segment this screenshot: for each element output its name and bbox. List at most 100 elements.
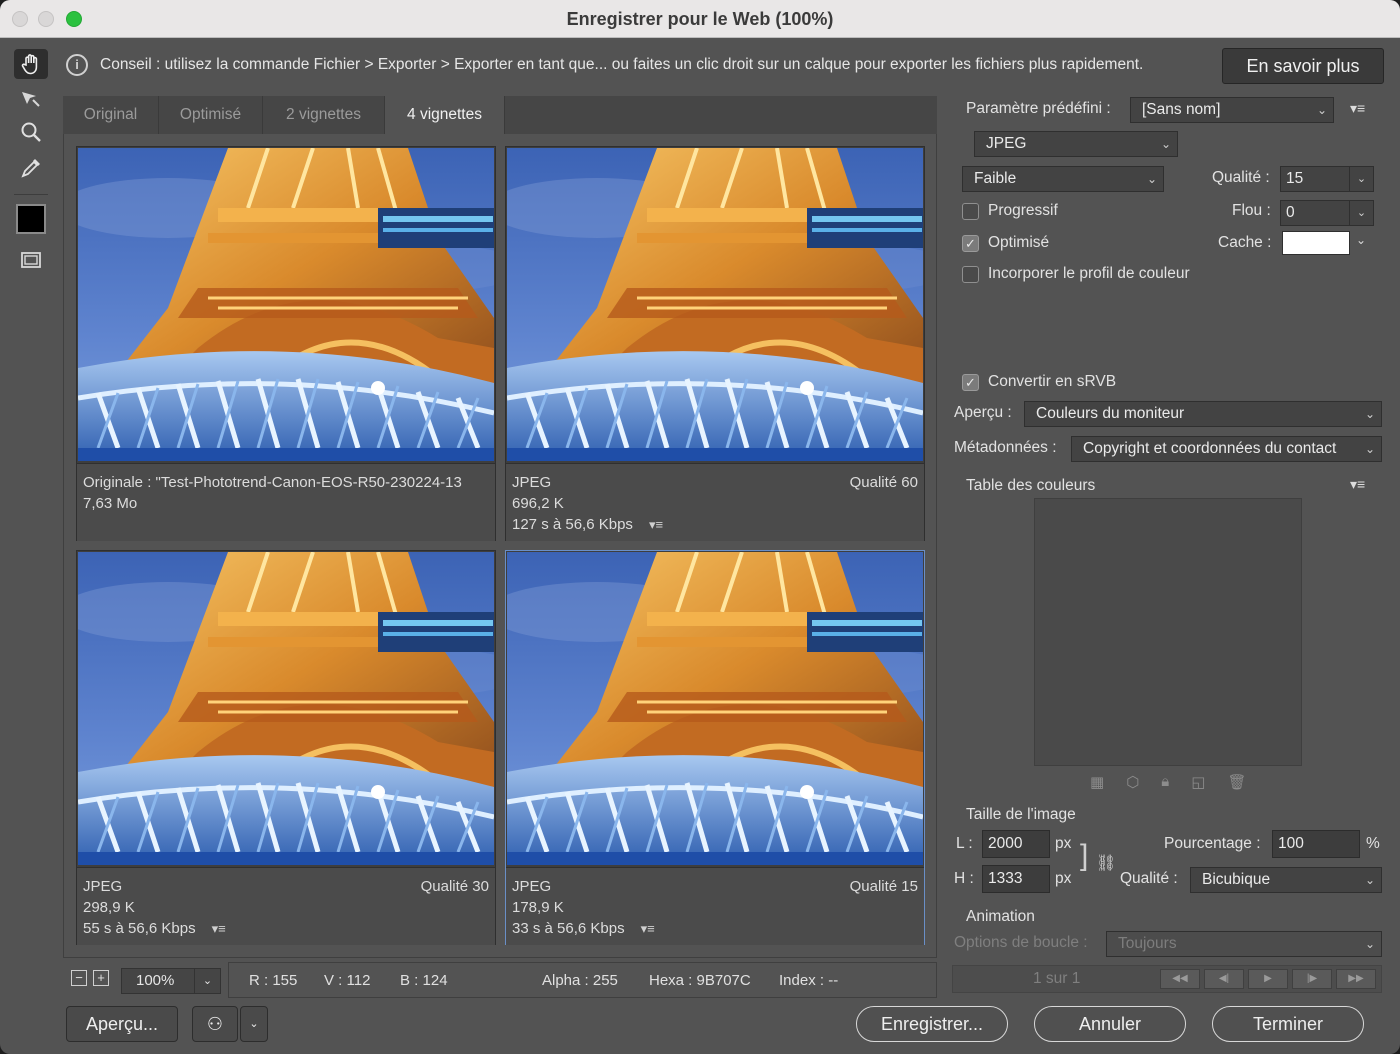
zoom-level-value: 100% bbox=[136, 972, 175, 989]
done-button[interactable]: Terminer bbox=[1212, 1006, 1364, 1042]
preview-size: 298,9 K bbox=[83, 899, 135, 916]
color-table-menu-icon[interactable]: ▾≡ bbox=[1350, 476, 1365, 493]
save-button[interactable]: Enregistrer... bbox=[856, 1006, 1008, 1042]
trash-icon[interactable]: 🗑︎ bbox=[1227, 773, 1246, 791]
browser-icon[interactable]: ⚇ bbox=[192, 1006, 238, 1042]
progressive-label: Progressif bbox=[988, 202, 1058, 219]
window-title: Enregistrer pour le Web (100%) bbox=[566, 9, 834, 29]
preview-download-time: 33 s à 56,6 Kbps bbox=[512, 920, 625, 937]
preview-quality-15[interactable]: JPEG Qualité 15 178,9 K 33 s à 56,6 Kbps… bbox=[505, 550, 925, 945]
green-value: V : 112 bbox=[324, 972, 371, 989]
preview-quality: Qualité 30 bbox=[420, 878, 489, 895]
chain-link-icon[interactable]: ⛓︎ bbox=[1096, 853, 1116, 873]
tip-bar: i Conseil : utilisez la commande Fichier… bbox=[58, 39, 1400, 93]
tab-original[interactable]: Original bbox=[63, 96, 159, 134]
height-unit: px bbox=[1055, 870, 1072, 887]
previous-frame-button[interactable]: ◀| bbox=[1204, 969, 1244, 989]
progressive-checkbox[interactable] bbox=[962, 203, 979, 220]
matte-color-swatch[interactable] bbox=[1282, 231, 1350, 255]
tab-optimized[interactable]: Optimisé bbox=[159, 96, 263, 134]
next-frame-button[interactable]: |▶ bbox=[1292, 969, 1332, 989]
last-frame-button[interactable]: ▶▶ bbox=[1336, 969, 1376, 989]
width-unit: px bbox=[1055, 835, 1072, 852]
preview-original[interactable]: Originale : "Test-Phototrend-Canon-EOS-R… bbox=[76, 146, 496, 541]
lock-color-icon[interactable]: 🔒︎ bbox=[1161, 773, 1169, 791]
chevron-down-icon: ⌄ bbox=[1364, 873, 1375, 887]
metadata-value: Copyright et coordonnées du contact bbox=[1083, 440, 1337, 457]
blue-value: B : 124 bbox=[400, 972, 448, 989]
preset-menu-icon[interactable]: ▾≡ bbox=[1350, 100, 1365, 117]
download-speed-menu-icon[interactable]: ▾≡ bbox=[641, 918, 655, 939]
file-format-select[interactable]: JPEG ⌄ bbox=[974, 131, 1178, 157]
preview-quality-30[interactable]: JPEG Qualité 30 298,9 K 55 s à 56,6 Kbps… bbox=[76, 550, 496, 945]
metadata-select[interactable]: Copyright et coordonnées du contact ⌄ bbox=[1071, 436, 1382, 462]
animation-title: Animation bbox=[966, 908, 1035, 925]
quality-field[interactable]: 15 ⌄ bbox=[1280, 166, 1374, 192]
play-button[interactable]: ▶ bbox=[1248, 969, 1288, 989]
zoom-controls: − + bbox=[71, 970, 109, 986]
learn-more-button[interactable]: En savoir plus bbox=[1222, 48, 1384, 84]
matte-chevron-down-icon[interactable]: ⌄ bbox=[1356, 233, 1366, 247]
resample-quality-select[interactable]: Bicubique ⌄ bbox=[1190, 867, 1382, 893]
preview-info: JPEG Qualité 30 298,9 K 55 s à 56,6 Kbps… bbox=[77, 867, 495, 945]
hand-tool-icon[interactable] bbox=[14, 49, 48, 79]
preview-mode-label: Aperçu : bbox=[954, 404, 1012, 421]
quality-level-select[interactable]: Faible ⌄ bbox=[962, 166, 1164, 192]
preview-quality: Qualité 60 bbox=[849, 474, 918, 491]
map-web-palette-icon[interactable]: ▦ bbox=[1090, 773, 1104, 791]
preview-image bbox=[507, 552, 923, 865]
eyedropper-color-swatch[interactable] bbox=[16, 204, 46, 234]
loop-options-value: Toujours bbox=[1118, 935, 1177, 952]
preview-in-browser-button[interactable]: Aperçu... bbox=[66, 1006, 178, 1042]
cancel-button[interactable]: Annuler bbox=[1034, 1006, 1186, 1042]
blur-field[interactable]: 0 ⌄ bbox=[1280, 200, 1374, 226]
preset-select[interactable]: [Sans nom] ⌄ bbox=[1130, 97, 1334, 123]
optimized-checkbox[interactable]: ✓ bbox=[962, 235, 979, 252]
tab-2-up[interactable]: 2 vignettes bbox=[263, 96, 385, 134]
browser-chevron-down-icon[interactable]: ⌄ bbox=[240, 1006, 268, 1042]
chevron-down-icon: ⌄ bbox=[1364, 442, 1375, 456]
tip-text: Conseil : utilisez la commande Fichier >… bbox=[100, 56, 1144, 73]
resample-quality-label: Qualité : bbox=[1120, 870, 1178, 887]
preset-label: Paramètre prédéfini : bbox=[966, 100, 1111, 117]
slice-select-tool-icon[interactable] bbox=[14, 83, 48, 113]
loop-options-label: Options de boucle : bbox=[954, 934, 1088, 951]
chevron-down-icon[interactable]: ⌄ bbox=[1349, 167, 1373, 191]
height-input[interactable]: 1333 bbox=[982, 865, 1050, 893]
view-tabs: Original Optimisé 2 vignettes 4 vignette… bbox=[63, 96, 937, 134]
preview-quality: Qualité 15 bbox=[849, 878, 918, 895]
preview-image bbox=[507, 148, 923, 461]
convert-srgb-checkbox[interactable]: ✓ bbox=[962, 374, 979, 391]
eyedropper-tool-icon[interactable] bbox=[14, 153, 48, 183]
zoom-level-select[interactable]: 100% ⌄ bbox=[121, 968, 221, 994]
download-speed-menu-icon[interactable]: ▾≡ bbox=[649, 514, 663, 535]
width-input[interactable]: 2000 bbox=[982, 830, 1050, 858]
embed-color-profile-checkbox[interactable] bbox=[962, 266, 979, 283]
color-table-toolbar: ▦ ⬡ 🔒︎ ◱ 🗑︎ bbox=[1090, 773, 1247, 791]
web-shift-icon[interactable]: ⬡ bbox=[1126, 773, 1139, 791]
frame-counter: 1 sur 1 bbox=[1033, 970, 1081, 987]
status-bar: − + 100% ⌄ R : 155 V : 112 B : 124 Alpha… bbox=[63, 960, 937, 1000]
quality-label: Qualité : bbox=[1212, 169, 1270, 186]
tool-separator bbox=[14, 194, 48, 195]
percent-input[interactable]: 100 bbox=[1272, 830, 1360, 858]
chevron-down-icon[interactable]: ⌄ bbox=[1349, 201, 1373, 225]
zoom-in-button[interactable]: + bbox=[93, 970, 109, 986]
new-color-icon[interactable]: ◱ bbox=[1191, 773, 1205, 791]
download-speed-menu-icon[interactable]: ▾≡ bbox=[212, 918, 226, 939]
title-bar: Enregistrer pour le Web (100%) bbox=[0, 0, 1400, 38]
loop-options-select[interactable]: Toujours ⌄ bbox=[1106, 931, 1382, 957]
zoom-tool-icon[interactable] bbox=[14, 117, 48, 147]
tab-4-up[interactable]: 4 vignettes bbox=[385, 96, 505, 134]
preview-image bbox=[78, 148, 494, 461]
red-value: R : 155 bbox=[249, 972, 298, 989]
first-frame-button[interactable]: ◀◀ bbox=[1160, 969, 1200, 989]
chevron-down-icon: ⌄ bbox=[1364, 937, 1375, 951]
preview-quality-60[interactable]: JPEG Qualité 60 696,2 K 127 s à 56,6 Kbp… bbox=[505, 146, 925, 541]
tool-column bbox=[0, 39, 58, 994]
info-icon: i bbox=[66, 54, 88, 76]
preview-mode-select[interactable]: Couleurs du moniteur ⌄ bbox=[1024, 401, 1382, 427]
zoom-out-button[interactable]: − bbox=[71, 970, 87, 986]
toggle-slices-visibility-icon[interactable] bbox=[14, 245, 48, 275]
chevron-down-icon: ⌄ bbox=[1160, 137, 1171, 151]
